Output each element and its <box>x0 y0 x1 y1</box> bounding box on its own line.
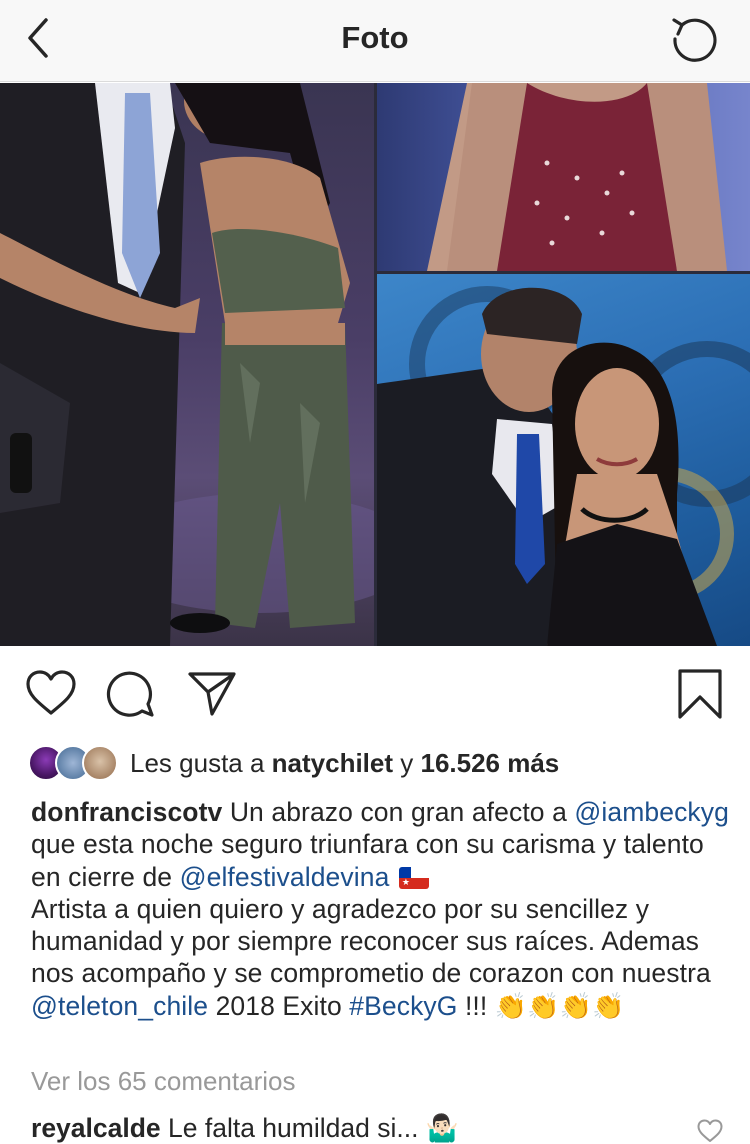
caption-text <box>389 862 396 892</box>
bookmark-icon[interactable] <box>674 668 726 720</box>
caption-text: !!! <box>457 990 495 1021</box>
likes-count[interactable]: 16.526 más <box>420 748 559 778</box>
top-nav-bar: Foto <box>0 0 750 82</box>
page-title: Foto <box>341 20 409 55</box>
likes-summary[interactable]: Les gusta a natychilet y 16.526 más <box>28 743 559 783</box>
caption-text: Un abrazo con gran afecto a <box>222 797 575 827</box>
comment-username[interactable]: reyalcalde <box>31 1113 161 1143</box>
mention-link[interactable]: @iambeckyg <box>574 797 729 827</box>
avatar <box>82 745 118 781</box>
refresh-icon[interactable] <box>668 12 722 66</box>
collage-photo-left <box>0 83 374 646</box>
clapping-hands-emoji: 👏👏👏👏 <box>494 990 625 1021</box>
collage-photo-top-right <box>377 83 750 271</box>
caption-username[interactable]: donfranciscotv <box>31 797 222 827</box>
comment-text: Le falta humildad si... 🤷🏻‍♂️ <box>160 1113 459 1143</box>
liker-avatars <box>28 744 120 782</box>
mention-link[interactable]: @elfestivaldevina <box>180 862 390 892</box>
comment-row: reyalcalde Le falta humildad si... 🤷🏻‍♂️ <box>31 1113 459 1144</box>
caption-text: 2018 Exito <box>208 990 350 1021</box>
chile-flag-icon: ★ <box>398 866 429 889</box>
likes-text: Les gusta a natychilet y 16.526 más <box>130 748 559 779</box>
post-actions-bar <box>0 660 750 730</box>
mention-link[interactable]: @teleton_chile <box>31 991 208 1021</box>
send-icon[interactable] <box>186 668 238 720</box>
heart-icon[interactable] <box>25 668 77 720</box>
view-all-comments-link[interactable]: Ver los 65 comentarios <box>31 1066 295 1097</box>
collage-photo-bottom-right <box>377 274 750 646</box>
likes-prefix: Les gusta a <box>130 747 272 778</box>
likes-conjunction: y <box>393 747 421 778</box>
liker-username[interactable]: natychilet <box>272 748 393 778</box>
post-photo[interactable] <box>0 83 750 646</box>
caption-text: Artista a quien quiero y agradezco por s… <box>31 893 711 989</box>
post-caption: donfranciscotv Un abrazo con gran afecto… <box>31 796 731 1022</box>
hashtag-link[interactable]: #BeckyG <box>349 991 457 1021</box>
comment-icon[interactable] <box>106 668 158 720</box>
heart-icon[interactable] <box>697 1118 723 1144</box>
